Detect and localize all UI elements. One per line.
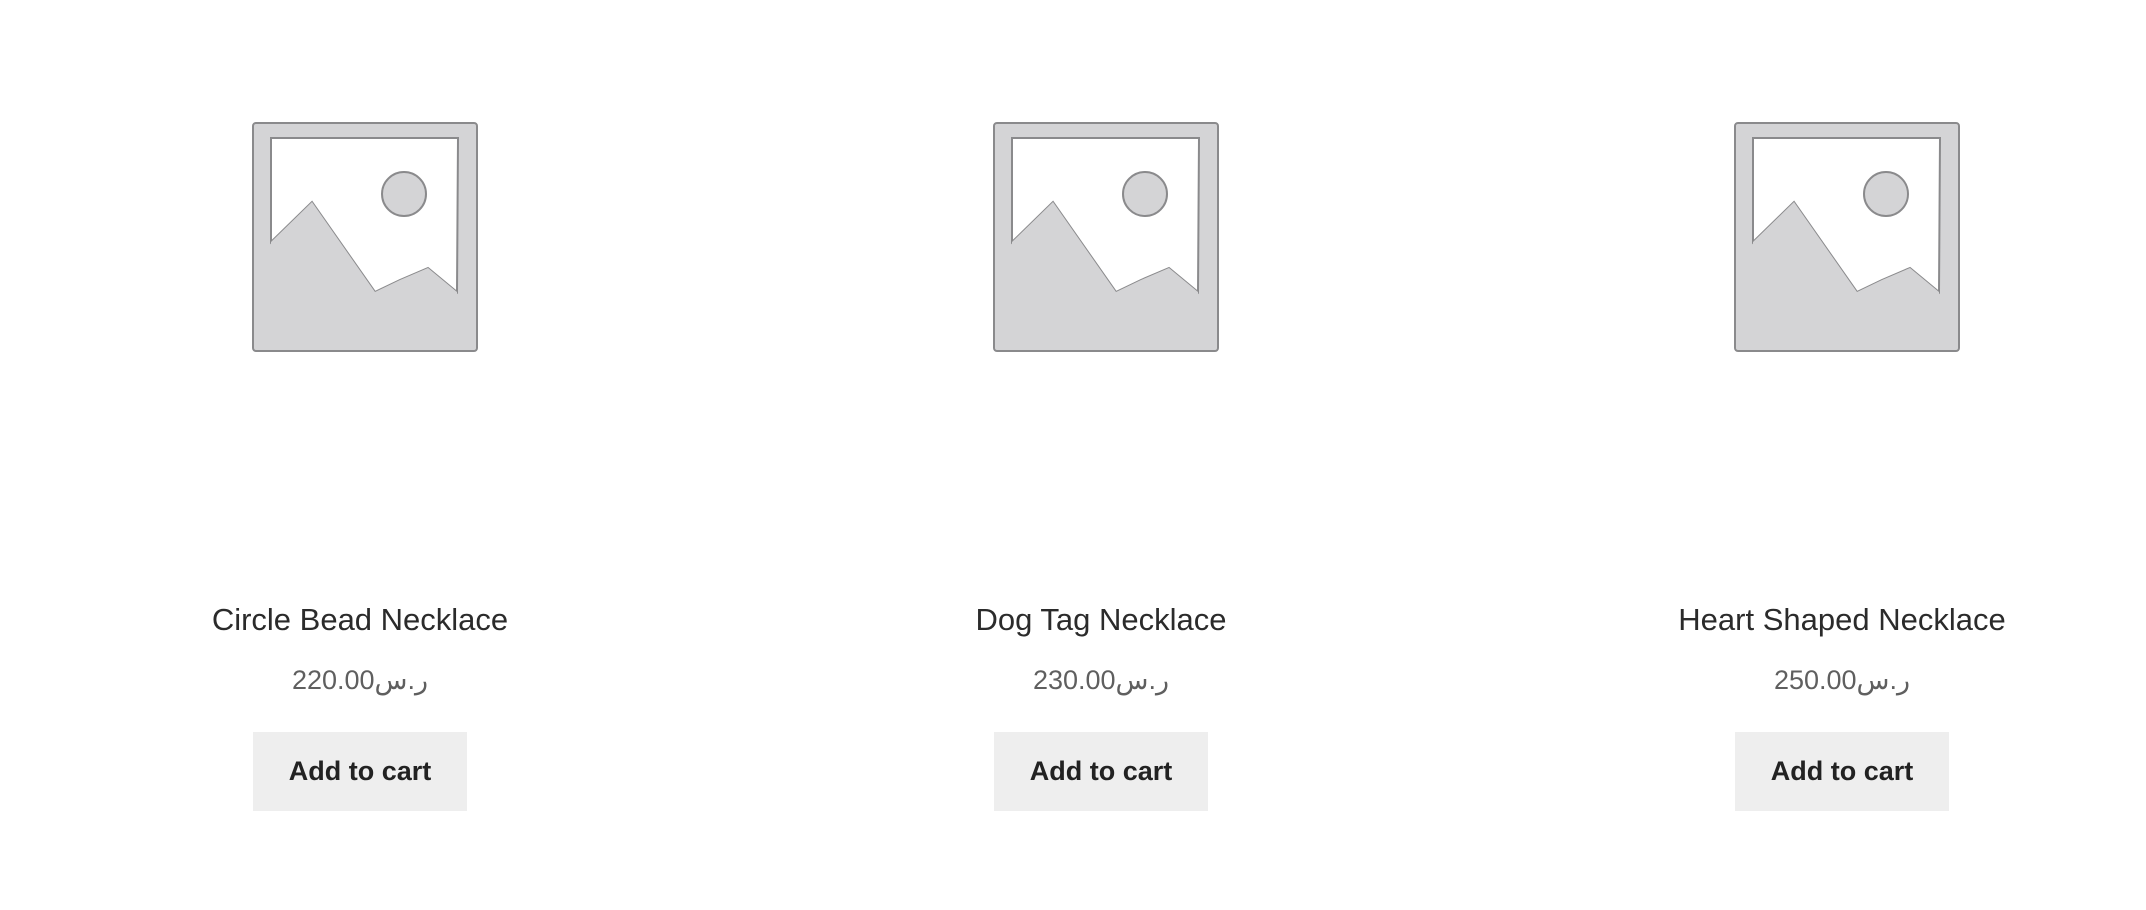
product-price: 220.00ر.س (50, 660, 670, 700)
product-price: 230.00ر.س (791, 660, 1411, 700)
currency-symbol: ر.س (1115, 665, 1170, 695)
currency-symbol: ر.س (374, 665, 429, 695)
price-amount: 220.00 (291, 665, 375, 695)
add-to-cart-button[interactable]: Add to cart (253, 732, 467, 811)
price-amount: 230.00 (1032, 665, 1116, 695)
product-card: Dog Tag Necklace 230.00ر.س Add to cart (791, 0, 1411, 910)
product-card: Heart Shaped Necklace 250.00ر.س Add to c… (1532, 0, 2146, 910)
price-amount: 250.00 (1773, 665, 1857, 695)
add-to-cart-button[interactable]: Add to cart (994, 732, 1208, 811)
product-title[interactable]: Heart Shaped Necklace (1532, 596, 2146, 644)
image-placeholder-icon[interactable] (250, 120, 480, 356)
product-price: 250.00ر.س (1532, 660, 2146, 700)
product-title[interactable]: Dog Tag Necklace (791, 596, 1411, 644)
image-placeholder-icon[interactable] (1732, 120, 1962, 356)
add-to-cart-button[interactable]: Add to cart (1735, 732, 1949, 811)
product-card: Circle Bead Necklace 220.00ر.س Add to ca… (50, 0, 670, 910)
image-placeholder-icon[interactable] (991, 120, 1221, 356)
product-grid: Circle Bead Necklace 220.00ر.س Add to ca… (0, 0, 2146, 910)
currency-symbol: ر.س (1856, 665, 1911, 695)
product-title[interactable]: Circle Bead Necklace (50, 596, 670, 644)
